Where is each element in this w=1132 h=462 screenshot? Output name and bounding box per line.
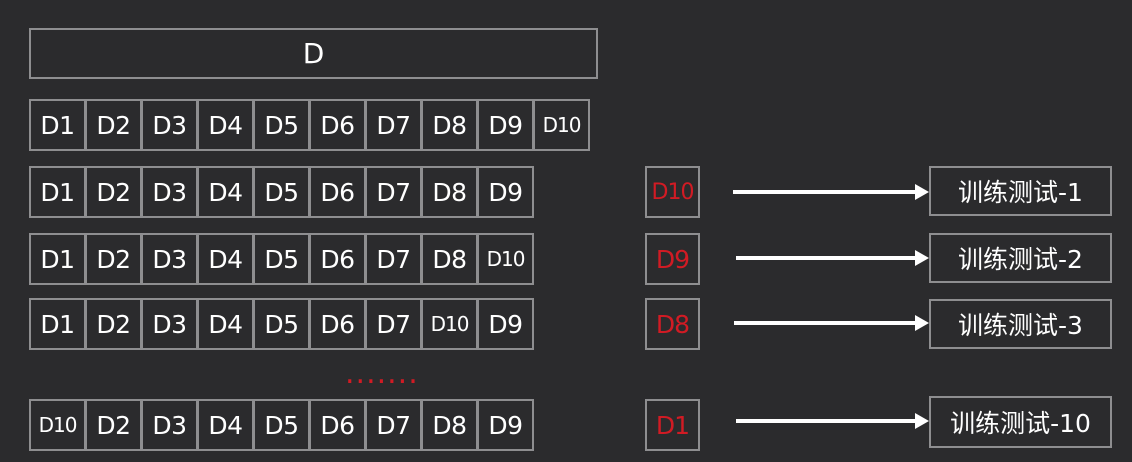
split-cell: D2	[85, 99, 142, 151]
full-split-row: D1 D2 D3 D4 D5 D6 D7 D8 D9 D10	[29, 99, 590, 151]
train-cell: D3	[141, 399, 198, 451]
fold-1-holdout: D10	[645, 166, 700, 218]
whole-dataset-box: D	[29, 28, 598, 79]
train-cell: D7	[365, 166, 422, 218]
train-cell: D3	[141, 233, 198, 285]
train-cell: D2	[85, 233, 142, 285]
ellipsis-dots: .......	[345, 356, 419, 391]
train-cell: D5	[253, 298, 310, 350]
fold-1-result: 训练测试-1	[929, 166, 1112, 216]
split-cell: D10	[533, 99, 590, 151]
train-cell: D3	[141, 166, 198, 218]
split-cell: D5	[253, 99, 310, 151]
split-cell: D3	[141, 99, 198, 151]
train-cell: D3	[141, 298, 198, 350]
train-cell: D5	[253, 399, 310, 451]
split-cell: D8	[421, 99, 478, 151]
train-cell: D4	[197, 298, 254, 350]
split-cell: D7	[365, 99, 422, 151]
train-cell: D6	[309, 233, 366, 285]
train-cell: D9	[477, 298, 534, 350]
train-cell: D10	[29, 399, 86, 451]
train-cell: D10	[421, 298, 478, 350]
fold-10-train-row: D10 D2 D3 D4 D5 D6 D7 D8 D9	[29, 399, 534, 451]
fold-10-result: 训练测试-10	[929, 396, 1112, 448]
split-cell: D6	[309, 99, 366, 151]
train-cell: D6	[309, 166, 366, 218]
fold-2-result: 训练测试-2	[929, 233, 1112, 283]
fold-2-train-row: D1 D2 D3 D4 D5 D6 D7 D8 D10	[29, 233, 534, 285]
train-cell: D9	[477, 399, 534, 451]
train-cell: D5	[253, 166, 310, 218]
train-cell: D4	[197, 233, 254, 285]
train-cell: D6	[309, 399, 366, 451]
fold-1-arrow	[733, 184, 929, 200]
fold-10-holdout: D1	[645, 399, 700, 451]
train-cell: D1	[29, 233, 86, 285]
train-cell: D8	[421, 399, 478, 451]
train-cell: D2	[85, 399, 142, 451]
fold-2-holdout: D9	[645, 233, 700, 285]
train-cell: D2	[85, 166, 142, 218]
train-cell: D10	[477, 233, 534, 285]
split-cell: D1	[29, 99, 86, 151]
train-cell: D2	[85, 298, 142, 350]
train-cell: D9	[477, 166, 534, 218]
fold-1-train-row: D1 D2 D3 D4 D5 D6 D7 D8 D9	[29, 166, 534, 218]
fold-3-train-row: D1 D2 D3 D4 D5 D6 D7 D10 D9	[29, 298, 534, 350]
train-cell: D4	[197, 166, 254, 218]
train-cell: D8	[421, 233, 478, 285]
fold-10-arrow	[736, 413, 929, 429]
split-cell: D9	[477, 99, 534, 151]
train-cell: D7	[365, 233, 422, 285]
train-cell: D8	[421, 166, 478, 218]
fold-3-arrow	[734, 315, 929, 331]
train-cell: D7	[365, 399, 422, 451]
train-cell: D6	[309, 298, 366, 350]
split-cell: D4	[197, 99, 254, 151]
train-cell: D1	[29, 298, 86, 350]
fold-3-result: 训练测试-3	[929, 299, 1112, 349]
train-cell: D7	[365, 298, 422, 350]
train-cell: D1	[29, 166, 86, 218]
train-cell: D5	[253, 233, 310, 285]
fold-2-arrow	[736, 250, 929, 266]
fold-3-holdout: D8	[645, 298, 700, 350]
train-cell: D4	[197, 399, 254, 451]
